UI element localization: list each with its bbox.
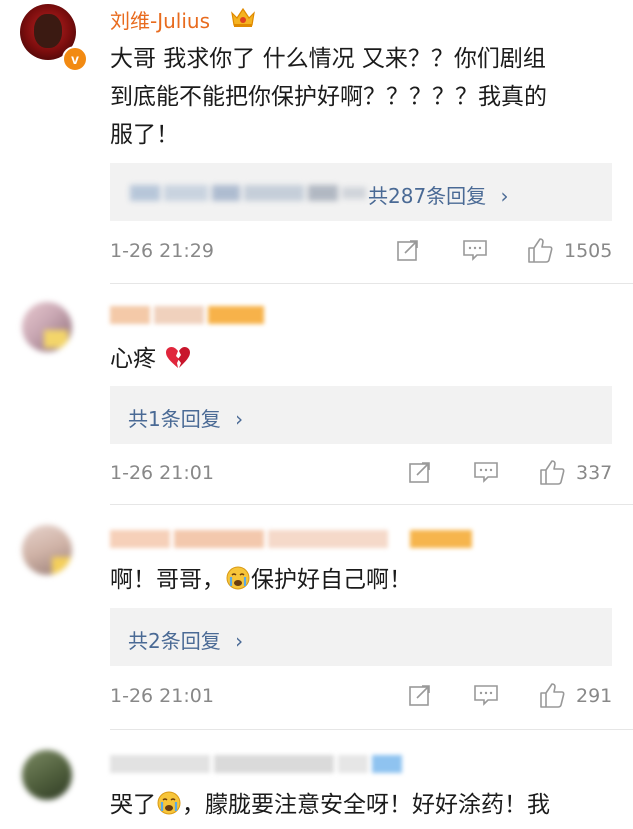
- comment-text-line: 到底能不能把你保护好啊？？？？？我真的: [110, 84, 547, 110]
- avatar[interactable]: [22, 750, 72, 800]
- comment-text-part: 啊！哥哥，: [110, 567, 225, 593]
- comment-text: 啊！哥哥， 保护好自己啊！: [110, 561, 615, 599]
- comment-icon[interactable]: [462, 238, 488, 262]
- username-blurred[interactable]: [110, 527, 480, 548]
- comment-icon[interactable]: [473, 683, 499, 707]
- username-blurred[interactable]: [110, 304, 270, 324]
- share-icon[interactable]: [396, 238, 420, 262]
- reply-count-label: 共1条回复: [128, 407, 221, 431]
- comment-item: v 刘维-Julius 大哥 我求你了 什么情况 又来？？你们剧组 到底能不能把…: [0, 0, 633, 283]
- like-count: 337: [576, 462, 613, 484]
- avatar[interactable]: [22, 525, 72, 575]
- avatar[interactable]: [22, 302, 72, 352]
- chevron-right-icon: ›: [235, 407, 244, 431]
- comment-item: 啊！哥哥， 保护好自己啊！ 共2条回复 › 1-26 21:01 291: [0, 505, 633, 729]
- comment-text: 哭了 ，朦胧要注意安全呀！好好涂药！我: [110, 786, 615, 824]
- thumbs-up-icon: [538, 681, 566, 709]
- crown-icon: [230, 5, 256, 29]
- thumbs-up-icon: [526, 236, 554, 264]
- comment-item: 心疼 共1条回复 › 1-26 21:01 337: [0, 284, 633, 504]
- reply-count-label: 共287条回复: [368, 184, 487, 208]
- comment-icon[interactable]: [473, 460, 499, 484]
- reply-preview-box[interactable]: 共1条回复 ›: [110, 386, 612, 444]
- username[interactable]: 刘维-Julius: [110, 5, 210, 34]
- broken-heart-emoji: [165, 346, 191, 370]
- timestamp: 1-26 21:01: [110, 685, 214, 707]
- crying-face-emoji: [226, 566, 250, 590]
- reply-preview-box[interactable]: 共287条回复 ›: [110, 163, 612, 221]
- reply-count-label: 共2条回复: [128, 629, 221, 653]
- chevron-right-icon: ›: [235, 629, 244, 653]
- comment-text-part: 哭了: [110, 792, 156, 818]
- timestamp: 1-26 21:29: [110, 240, 214, 262]
- comment-text-line: 大哥 我求你了 什么情况 又来？？你们剧组: [110, 46, 546, 72]
- thumbs-up-icon: [538, 458, 566, 486]
- share-icon[interactable]: [408, 460, 432, 484]
- comment-text-content: 心疼: [110, 346, 156, 372]
- comment-text-part: ，朦胧要注意安全呀！好好涂药！我: [182, 792, 550, 818]
- comment-text-line: 服了！: [110, 122, 179, 148]
- reply-preview-box[interactable]: 共2条回复 ›: [110, 608, 612, 666]
- chevron-right-icon: ›: [500, 184, 509, 208]
- crying-face-emoji: [157, 791, 181, 815]
- view-replies-link[interactable]: 共287条回复 ›: [368, 180, 509, 209]
- share-icon[interactable]: [408, 683, 432, 707]
- view-replies-link[interactable]: 共1条回复 ›: [128, 403, 243, 432]
- comment-item: 哭了 ，朦胧要注意安全呀！好好涂药！我: [0, 730, 633, 829]
- view-replies-link[interactable]: 共2条回复 ›: [128, 625, 243, 654]
- like-count: 1505: [564, 240, 613, 262]
- username-blurred[interactable]: [110, 752, 410, 773]
- verified-v-icon: v: [62, 46, 88, 72]
- timestamp: 1-26 21:01: [110, 462, 214, 484]
- like-count: 291: [576, 685, 613, 707]
- comment-text: 心疼: [110, 340, 615, 378]
- reply-preview-blurred: [130, 183, 370, 203]
- comment-text: 大哥 我求你了 什么情况 又来？？你们剧组 到底能不能把你保护好啊？？？？？我真…: [110, 40, 615, 154]
- comment-text-part: 保护好自己啊！: [251, 567, 412, 593]
